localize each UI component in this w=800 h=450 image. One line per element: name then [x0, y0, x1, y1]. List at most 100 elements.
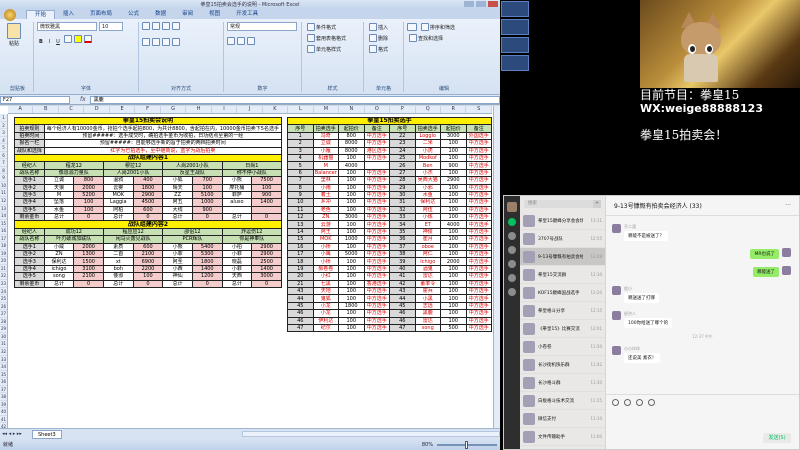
- send-button[interactable]: 发送(S): [763, 433, 791, 443]
- data-cell[interactable]: 小西: [162, 264, 193, 274]
- data-cell[interactable]: 9: [287, 190, 314, 200]
- data-cell[interactable]: 38: [389, 250, 416, 259]
- data-cell[interactable]: 100: [440, 242, 467, 252]
- office-button[interactable]: [4, 9, 16, 21]
- data-cell[interactable]: 选手2: [14, 183, 45, 192]
- data-cell[interactable]: 中方选手: [363, 213, 390, 222]
- data-cell[interactable]: 100: [338, 227, 365, 237]
- rule-label[interactable]: 拍卖时间: [14, 131, 45, 141]
- column-header[interactable]: F: [135, 106, 161, 113]
- data-cell[interactable]: 2900: [440, 176, 467, 185]
- column-header[interactable]: B: [33, 106, 59, 113]
- header-cell[interactable]: 叶刃破城加联队: [43, 235, 104, 244]
- data-cell[interactable]: 20: [287, 272, 314, 281]
- data-cell[interactable]: 35: [389, 227, 416, 237]
- data-cell[interactable]: 总计: [43, 279, 75, 289]
- data-cell[interactable]: 100: [73, 198, 104, 207]
- data-cell[interactable]: 立诚: [312, 139, 339, 148]
- data-cell[interactable]: 中方选手: [465, 213, 492, 222]
- data-cell[interactable]: Ichigo: [414, 257, 441, 266]
- data-cell[interactable]: 中方选手: [363, 183, 390, 192]
- data-cell[interactable]: 阿圣: [162, 257, 193, 266]
- data-cell[interactable]: 小狐: [162, 176, 193, 185]
- maximize-button[interactable]: [476, 1, 486, 7]
- data-cell[interactable]: 100: [338, 198, 365, 207]
- data-cell[interactable]: 5: [287, 161, 314, 170]
- row-header[interactable]: 31: [0, 340, 7, 348]
- data-cell[interactable]: 8000: [338, 139, 365, 148]
- row-header[interactable]: 39: [0, 401, 7, 409]
- data-cell[interactable]: 2900: [132, 190, 164, 200]
- data-cell[interactable]: 立诚: [43, 176, 75, 185]
- data-cell[interactable]: 2000: [73, 183, 104, 192]
- worksheet[interactable]: ABCDEFGHIJKLMNOPQRS 1 2 3 4 5 6 7 8 9 10 11 12 13 14 1…: [0, 106, 500, 431]
- header-cell[interactable]: 像恩源力量队: [43, 168, 104, 178]
- data-cell[interactable]: 晴天: [162, 183, 193, 192]
- data-cell[interactable]: 冯奇: [312, 131, 339, 141]
- column-header[interactable]: J: [237, 106, 263, 113]
- data-cell[interactable]: 中方选手: [465, 235, 492, 244]
- data-cell[interactable]: 42: [389, 279, 416, 289]
- data-cell[interactable]: 1: [287, 131, 314, 141]
- data-cell[interactable]: 坠落: [43, 198, 75, 207]
- data-cell[interactable]: 5000: [338, 250, 365, 259]
- fill-color-icon[interactable]: [73, 35, 82, 43]
- percent-icon[interactable]: [236, 37, 245, 45]
- data-cell[interactable]: 44: [287, 294, 314, 303]
- data-cell[interactable]: 100: [338, 286, 365, 296]
- data-cell[interactable]: 小炼: [414, 213, 441, 222]
- data-cell[interactable]: 着土: [312, 190, 339, 200]
- data-cell[interactable]: 12: [287, 213, 314, 222]
- data-cell[interactable]: 2: [287, 139, 314, 148]
- data-cell[interactable]: 水鱼: [43, 205, 75, 215]
- data-cell[interactable]: 倭邪: [102, 272, 134, 281]
- data-cell[interactable]: 中方选手: [363, 294, 390, 303]
- data-cell[interactable]: 100: [338, 294, 365, 303]
- data-cell[interactable]: 5200: [73, 190, 104, 200]
- data-cell[interactable]: 小雨: [312, 183, 339, 192]
- data-cell[interactable]: 中方选手: [465, 323, 492, 333]
- data-cell[interactable]: 外国选手: [465, 131, 492, 141]
- data-cell[interactable]: 17: [287, 250, 314, 259]
- data-cell[interactable]: 32: [389, 205, 416, 215]
- row-header[interactable]: 13: [0, 205, 7, 213]
- data-cell[interactable]: 7: [287, 176, 314, 185]
- files-icon[interactable]: [508, 260, 516, 268]
- data-cell[interactable]: 100: [440, 301, 467, 311]
- column-header[interactable]: R: [441, 106, 467, 113]
- data-cell[interactable]: 七黑: [312, 279, 339, 289]
- data-cell[interactable]: 44: [389, 294, 416, 303]
- data-cell[interactable]: 霍兵: [414, 286, 441, 296]
- row-header[interactable]: 16: [0, 227, 7, 235]
- data-cell[interactable]: 2000: [440, 257, 467, 266]
- row-header[interactable]: 35: [0, 371, 7, 379]
- data-cell[interactable]: 28: [389, 176, 416, 185]
- data-cell[interactable]: 中方选手: [465, 272, 492, 281]
- header-cell[interactable]: 备注: [465, 124, 492, 133]
- data-cell[interactable]: 纪尔: [312, 323, 339, 333]
- data-cell[interactable]: 100: [132, 272, 164, 281]
- data-cell[interactable]: 小菲: [221, 250, 253, 259]
- data-cell[interactable]: 100: [73, 205, 104, 215]
- more-icon[interactable]: ···: [785, 202, 791, 209]
- header-cell[interactable]: 反星王战队: [162, 168, 223, 178]
- data-cell[interactable]: 中方选手: [465, 294, 492, 303]
- chat-list-item[interactable]: 小卷卷 11:50: [520, 338, 605, 356]
- data-cell[interactable]: 小鹰: [312, 250, 339, 259]
- data-cell[interactable]: 8: [287, 183, 314, 192]
- row-header[interactable]: 36: [0, 378, 7, 386]
- data-cell[interactable]: oboe: [414, 242, 441, 252]
- desktop-icon[interactable]: [501, 37, 529, 53]
- data-cell[interactable]: 菲萨: [221, 190, 253, 200]
- data-cell[interactable]: 25: [389, 153, 416, 163]
- data-cell[interactable]: 中方选手: [363, 176, 390, 185]
- header-cell[interactable]: 人尚2001小队: [102, 168, 164, 178]
- header-cell[interactable]: 穆拉12: [102, 161, 164, 170]
- data-cell[interactable]: 雷达: [414, 316, 441, 325]
- data-cell[interactable]: 100: [440, 250, 467, 259]
- row-header[interactable]: 21: [0, 265, 7, 273]
- wrap-text-icon[interactable]: [171, 22, 180, 30]
- search-input[interactable]: 搜索: [528, 200, 537, 208]
- data-cell[interactable]: 中方选手: [363, 286, 390, 296]
- data-cell[interactable]: 19: [287, 264, 314, 274]
